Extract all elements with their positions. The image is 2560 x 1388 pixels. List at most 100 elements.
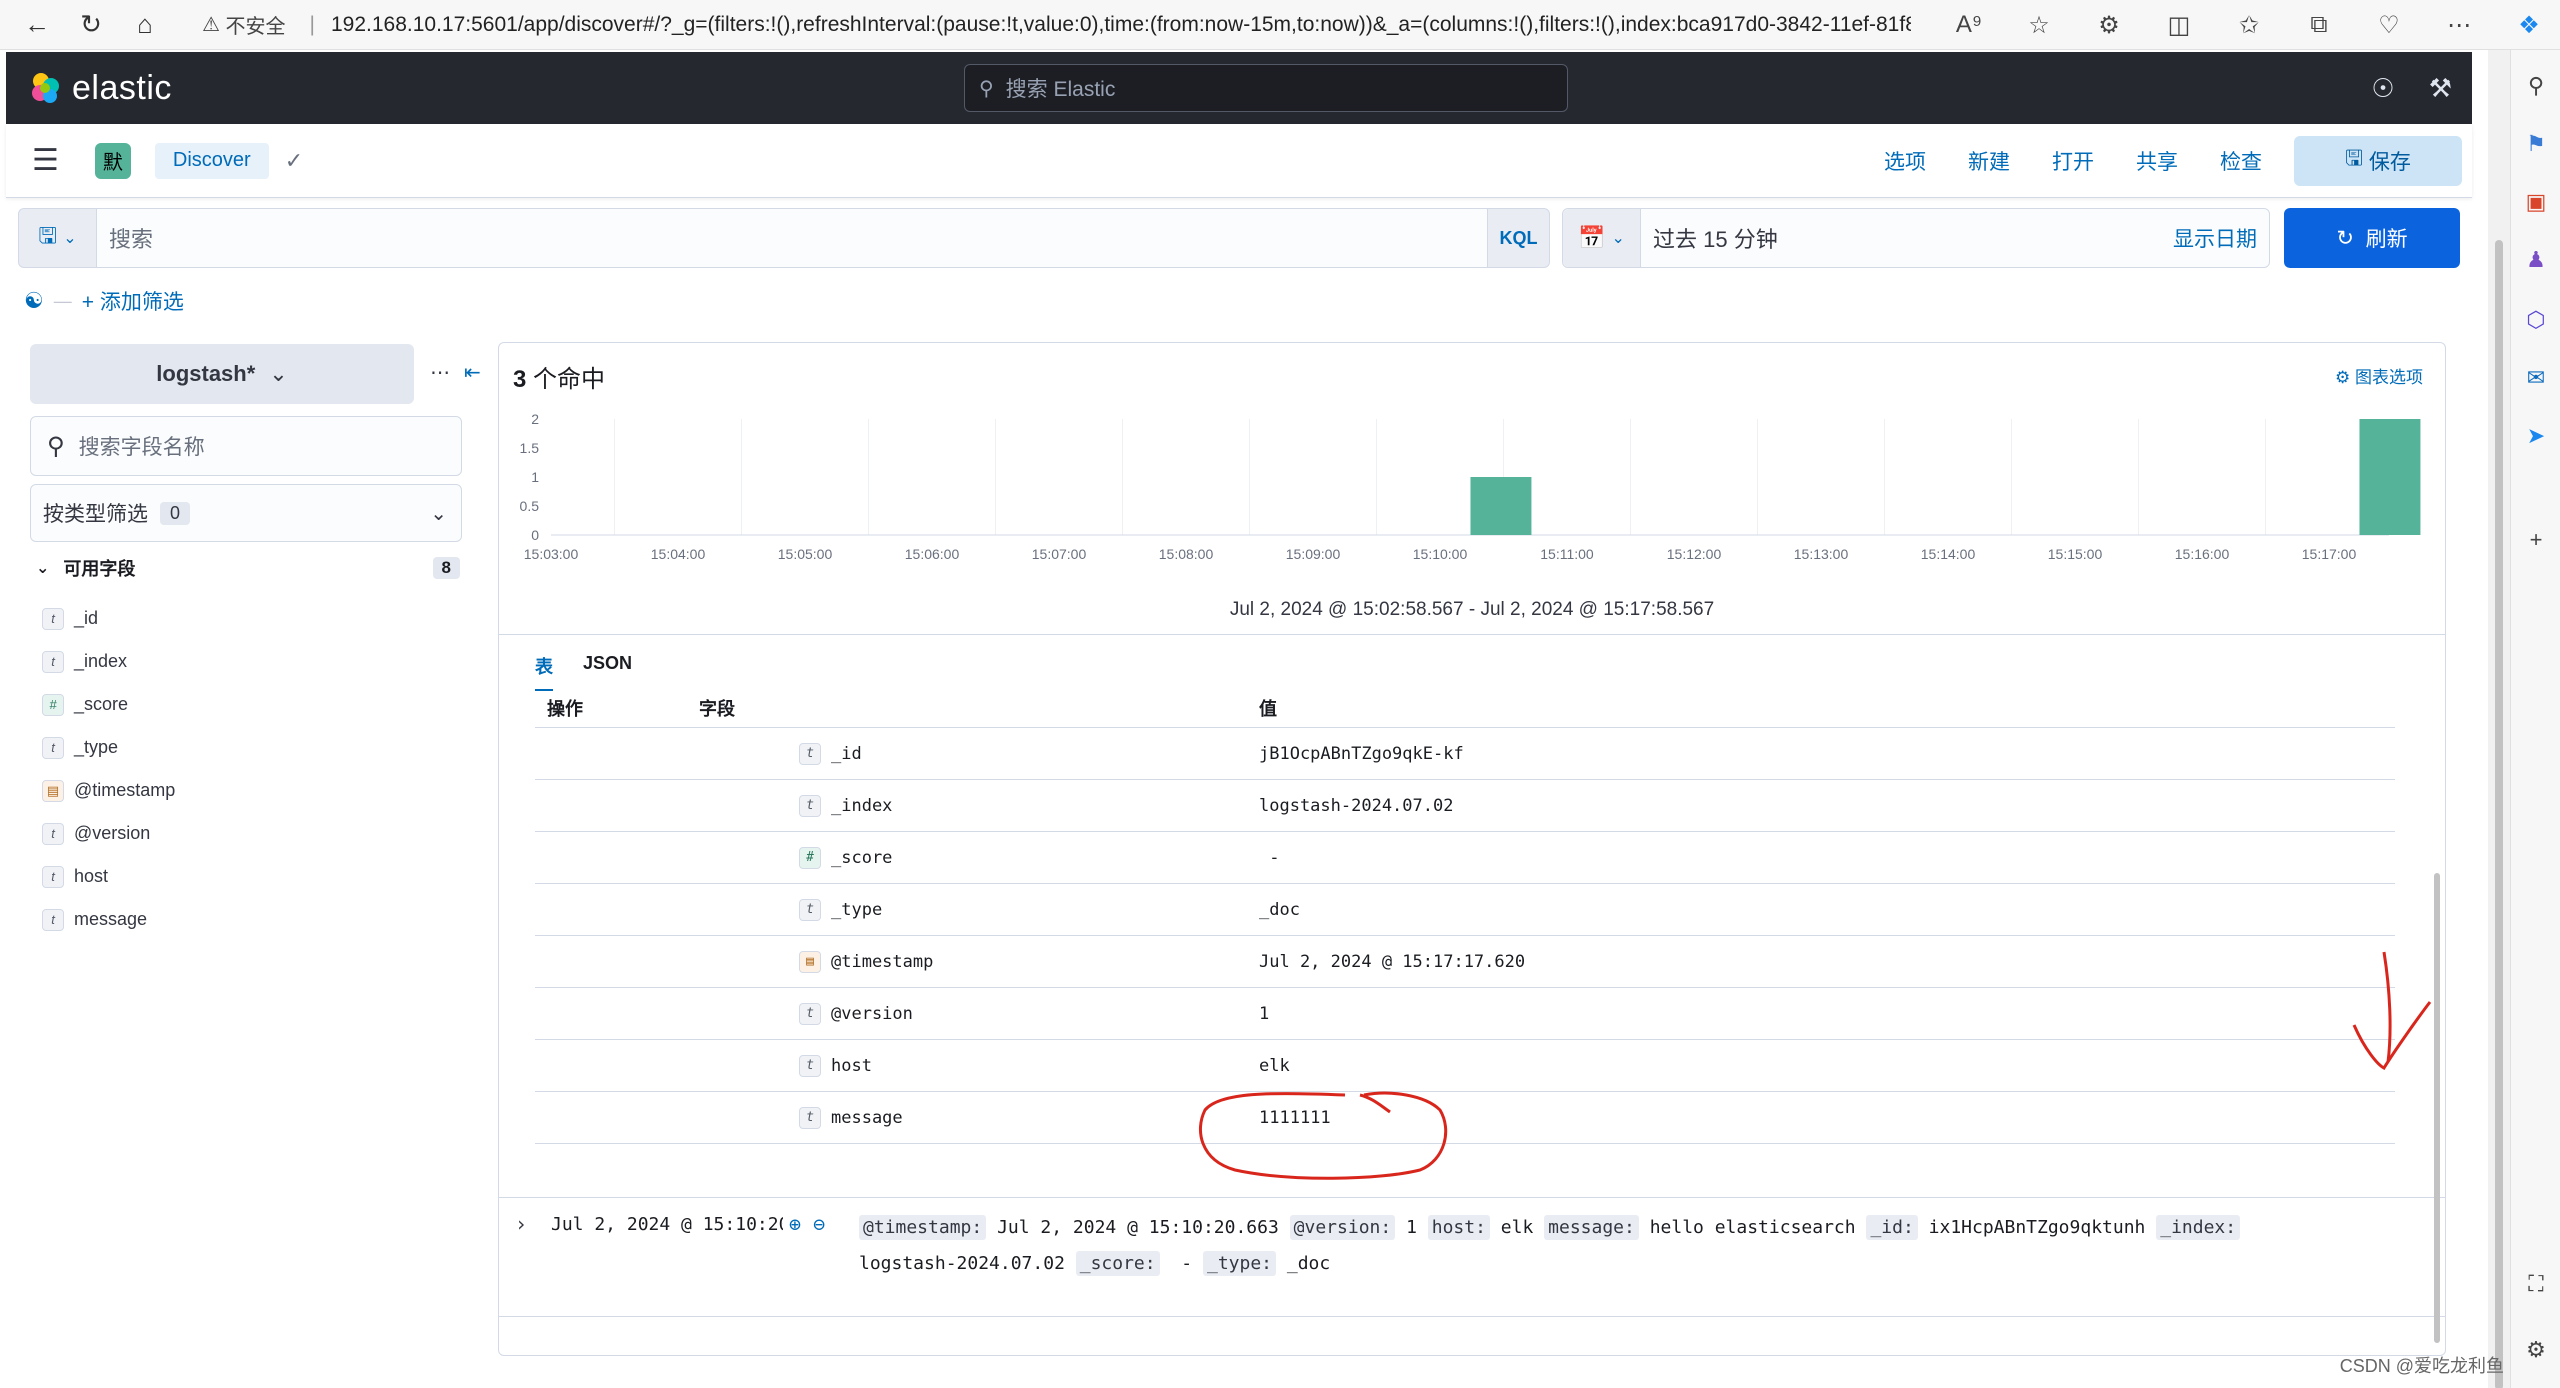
chevron-down-icon: ⌄ [63,230,77,247]
elastic-logo-icon [32,73,59,103]
settings-icon[interactable]: ⚙ [2522,1336,2550,1364]
refresh-button[interactable]: ↻ 刷新 [2284,208,2460,268]
table-row: # _score - [535,832,2395,884]
string-type-icon: t [42,865,64,888]
field-item-host[interactable]: t host [42,855,175,898]
filter-out-icon[interactable]: ⊖ [813,1212,825,1236]
field-item-index[interactable]: t _index [42,640,175,683]
string-type-icon: t [799,898,821,921]
field-value: jB1OcpABnTZgo9qkE-kf [1259,743,1464,764]
add-icon[interactable]: + [2522,526,2550,554]
send-icon[interactable]: ➤ [2522,422,2550,450]
tag-icon[interactable]: ⚑ [2522,130,2550,158]
health-icon[interactable]: ♡ [2372,8,2406,42]
gear-icon: ⚙ [2335,368,2355,387]
string-type-icon: t [42,736,64,759]
save-button[interactable]: 🖫 保存 [2294,136,2462,186]
global-search-input[interactable]: ⚲ 搜索 Elastic [964,64,1568,112]
more-icon[interactable]: ⋯ [2442,8,2476,42]
outlook-icon[interactable]: ✉ [2522,364,2550,392]
field-item-timestamp[interactable]: ▤ @timestamp [42,769,175,812]
field-search-input[interactable]: ⚲ 搜索字段名称 [30,416,462,476]
collections-icon[interactable]: ⧉ [2302,8,2336,42]
games-icon[interactable]: ♟ [2522,246,2550,274]
calendar-icon: ▤ [42,779,64,802]
screenshot-icon[interactable]: ⛶ [2522,1270,2550,1298]
string-type-icon: t [799,742,821,765]
string-type-icon: t [42,822,64,845]
tab-table[interactable]: 表 [535,653,553,691]
available-fields-header[interactable]: ⌄ 可用字段 8 [36,556,460,580]
open-link[interactable]: 打开 [2052,146,2094,176]
source-value: elk [1500,1217,1534,1238]
share-link[interactable]: 共享 [2136,146,2178,176]
read-aloud-icon[interactable]: A⁹ [1952,8,1986,42]
chevron-down-icon: ⌄ [36,560,50,577]
calendar-icon[interactable]: 📅 ⌄ [1563,209,1641,267]
collapse-sidebar-icon[interactable]: ⇤ [464,360,481,385]
filter-icon[interactable]: ☯ [24,288,44,314]
histogram-bar[interactable] [2359,419,2421,535]
home-icon[interactable]: ⌂ [128,8,162,42]
inspect-link[interactable]: 检查 [2220,146,2262,176]
results-scrollbar[interactable] [2431,643,2443,1349]
add-filter-button[interactable]: + 添加筛选 [82,286,184,316]
favorites-bar-icon[interactable]: ✩ [2232,8,2266,42]
chevron-right-icon[interactable]: › [515,1212,527,1236]
field-item-version[interactable]: t @version [42,812,175,855]
show-dates-link[interactable]: 显示日期 [2173,223,2257,253]
x-tick-label: 15:17:00 [2302,546,2357,562]
field-item-score[interactable]: # _score [42,683,175,726]
saved-query-button[interactable]: 🖫 ⌄ [18,208,96,268]
reload-icon[interactable]: ↻ [74,8,108,42]
query-input[interactable]: 搜索 [96,208,1488,268]
copilot-icon[interactable]: ❖ [2512,8,2546,42]
type-filter-button[interactable]: 按类型筛选 0 ⌄ [30,484,462,542]
query-placeholder: 搜索 [109,227,154,252]
user-menu-icon[interactable]: ⚒ [2429,73,2452,104]
field-cell: t host [699,1054,1259,1077]
split-screen-icon[interactable]: ◫ [2162,8,2196,42]
more-options-icon[interactable]: ⋯ [430,360,450,385]
filter-for-icon[interactable]: ⊕ [789,1212,801,1236]
field-item-type[interactable]: t _type [42,726,175,769]
save-icon: 🖫 [2345,146,2369,170]
document-detail-table: 操作 字段 值 t _id jB1OcpABnTZgo9qkE-kf t _index l… [535,688,2395,1144]
string-type-icon: t [799,794,821,817]
source-key: @version: [1289,1215,1396,1240]
space-avatar[interactable]: 默 [94,142,131,179]
menu-icon[interactable]: ☰ [32,143,59,178]
help-icon[interactable]: ☉ [2371,73,2394,104]
query-language-button[interactable]: KQL [1488,208,1550,268]
favorite-icon[interactable]: ☆ [2022,8,2056,42]
back-icon[interactable]: ← [20,8,54,42]
options-link[interactable]: 选项 [1884,146,1926,176]
extensions-icon[interactable]: ⚙ [2092,8,2126,42]
tab-json[interactable]: JSON [583,653,632,691]
field-cell: t _id [699,742,1259,765]
histogram-chart[interactable]: 0 0.5 1 1.5 2 15:03:00 15:04:00 15:05:00 15:06:0… [499,403,2447,603]
chart-options-button[interactable]: ⚙ 图表选项 [2335,363,2423,388]
index-pattern-select[interactable]: logstash* ⌄ [30,344,414,404]
field-item-message[interactable]: t message [42,898,175,941]
field-cell: ▤ @timestamp [699,950,1259,973]
elastic-header: elastic ⚲ 搜索 Elastic ☉ ⚒ [6,52,2472,124]
page-scrollbar[interactable] [2488,50,2510,1388]
field-item-id[interactable]: t _id [42,597,175,640]
date-picker[interactable]: 📅 ⌄ 过去 15 分钟 显示日期 [1562,208,2270,268]
elastic-logo[interactable]: elastic [28,69,172,108]
address-bar[interactable]: ⚠ 不安全 | 192.168.10.17:5601/app/discover#… [202,8,1911,42]
y-tick-label: 0.5 [520,498,540,514]
field-cell: # _score [699,846,1259,869]
histogram-bar[interactable] [1470,477,1532,535]
browser-sidebar: ⚲ ⚑ ▣ ♟ ⬡ ✉ ➤ + ⛶ ⚙ [2510,50,2560,1388]
y-tick-label: 2 [531,411,539,427]
x-tick-label: 15:07:00 [1032,546,1087,562]
string-type-icon: t [799,1106,821,1129]
search-icon[interactable]: ⚲ [2522,72,2550,100]
office-icon[interactable]: ⬡ [2522,306,2550,334]
table-row: ▤ @timestamp Jul 2, 2024 @ 15:17:17.620 [535,936,2395,988]
breadcrumb[interactable]: Discover [154,142,269,179]
toolbox-icon[interactable]: ▣ [2522,188,2550,216]
new-link[interactable]: 新建 [1968,146,2010,176]
